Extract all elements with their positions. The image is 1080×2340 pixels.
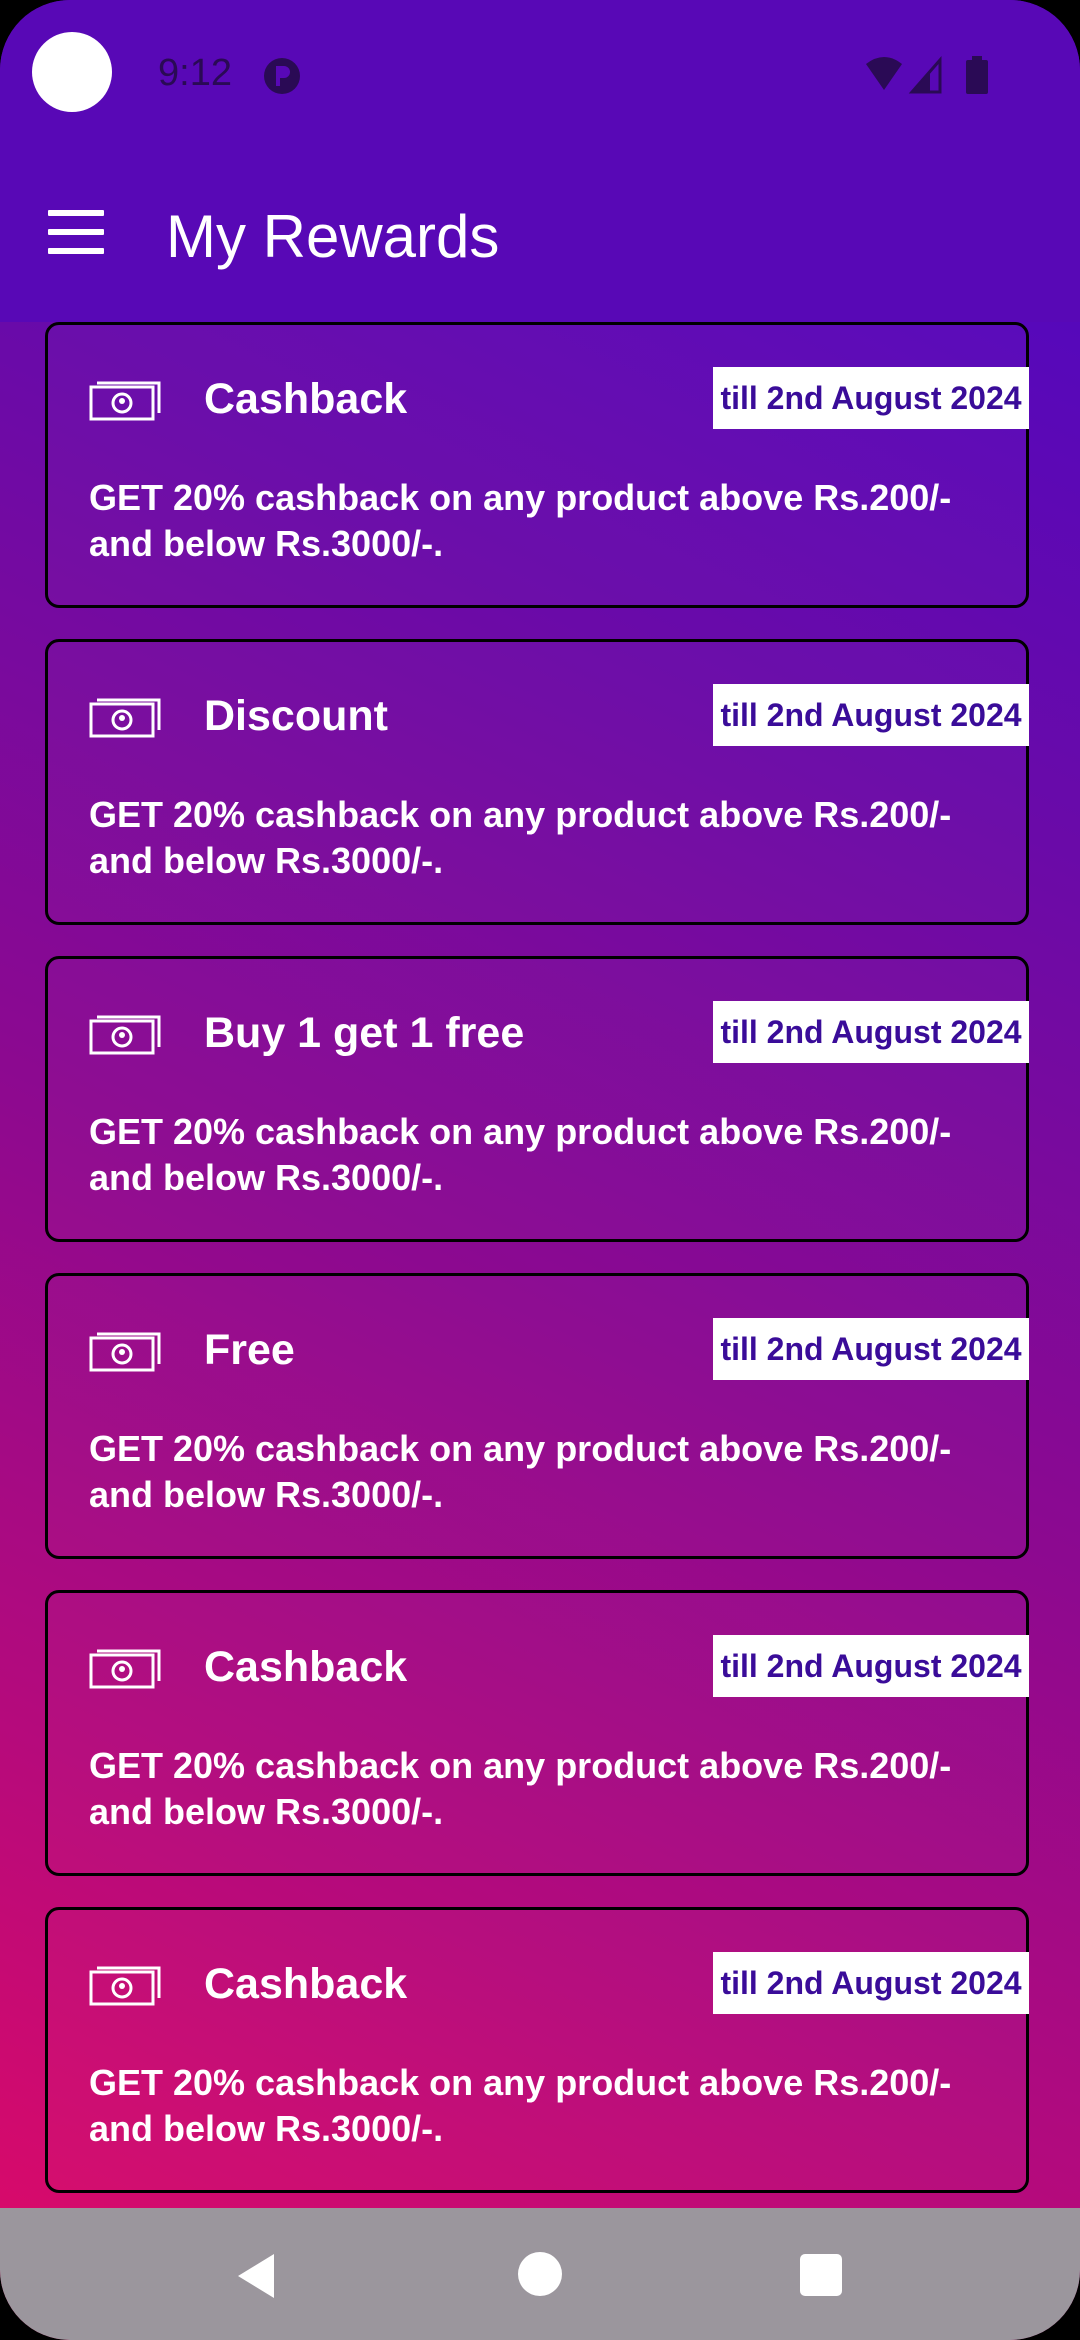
back-icon[interactable]: [234, 2252, 278, 2300]
money-bill-icon: [89, 698, 161, 738]
reward-description: GET 20% cashback on any product above Rs…: [89, 477, 952, 564]
validity-badge: till 2nd August 2024: [713, 1952, 1029, 2014]
rewards-list: Cashback till 2nd August 2024 GET 20% ca…: [45, 322, 1035, 2224]
money-bill-icon: [89, 1015, 161, 1055]
camera-cutout-icon: [32, 32, 112, 112]
reward-description: GET 20% cashback on any product above Rs…: [89, 1745, 952, 1832]
reward-title: Cashback: [204, 1960, 408, 2008]
reward-description: GET 20% cashback on any product above Rs…: [89, 794, 952, 881]
signal-icon: [908, 56, 942, 94]
validity-badge: till 2nd August 2024: [713, 1635, 1029, 1697]
reward-card[interactable]: Cashback till 2nd August 2024 GET 20% ca…: [45, 1907, 1029, 2193]
reward-description: GET 20% cashback on any product above Rs…: [89, 1428, 952, 1515]
reward-card[interactable]: Free till 2nd August 2024 GET 20% cashba…: [45, 1273, 1029, 1559]
reward-card[interactable]: Cashback till 2nd August 2024 GET 20% ca…: [45, 322, 1029, 608]
reward-description: GET 20% cashback on any product above Rs…: [89, 1111, 952, 1198]
reward-title: Cashback: [204, 375, 408, 423]
reward-title: Discount: [204, 692, 388, 740]
notification-icon: [264, 58, 300, 94]
validity-badge: till 2nd August 2024: [713, 684, 1029, 746]
reward-title: Buy 1 get 1 free: [204, 1009, 525, 1057]
money-bill-icon: [89, 1966, 161, 2006]
money-bill-icon: [89, 1649, 161, 1689]
money-bill-icon: [89, 381, 161, 421]
status-time: 9:12: [158, 52, 232, 94]
system-status-icons: [866, 56, 988, 94]
hamburger-menu-icon[interactable]: [48, 210, 104, 254]
reward-description: GET 20% cashback on any product above Rs…: [89, 2062, 952, 2149]
reward-card[interactable]: Discount till 2nd August 2024 GET 20% ca…: [45, 639, 1029, 925]
wifi-icon: [866, 57, 902, 90]
reward-title: Cashback: [204, 1643, 408, 1691]
page-title: My Rewards: [166, 203, 500, 270]
status-bar: 9:12: [0, 0, 1080, 150]
recents-icon[interactable]: [800, 2254, 842, 2296]
home-icon[interactable]: [518, 2252, 562, 2296]
reward-title: Free: [204, 1326, 295, 1374]
reward-card[interactable]: Cashback till 2nd August 2024 GET 20% ca…: [45, 1590, 1029, 1876]
system-nav-bar: [0, 2208, 1080, 2340]
money-bill-icon: [89, 1332, 161, 1372]
validity-badge: till 2nd August 2024: [713, 367, 1029, 429]
app-bar: My Rewards: [0, 150, 1080, 322]
reward-card[interactable]: Buy 1 get 1 free till 2nd August 2024 GE…: [45, 956, 1029, 1242]
battery-icon: [966, 56, 988, 94]
validity-badge: till 2nd August 2024: [713, 1318, 1029, 1380]
phone-screen: 9:12 My Rewards Cashback till 2nd August…: [0, 0, 1080, 2340]
validity-badge: till 2nd August 2024: [713, 1001, 1029, 1063]
